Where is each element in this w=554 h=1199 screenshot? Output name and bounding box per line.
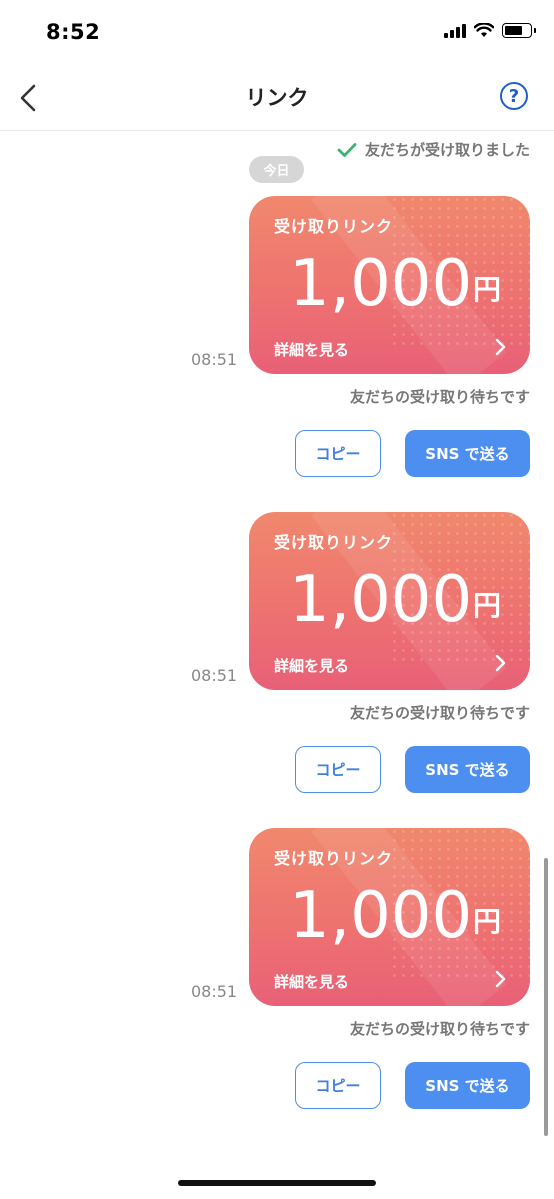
page-title: リンク	[245, 86, 309, 110]
check-icon	[337, 142, 357, 157]
link-message: 08:51 受け取りリンク 1,000 円 詳細を見る 友だちの受け取り待ちです…	[0, 828, 554, 1128]
status-icons	[444, 22, 536, 38]
copy-button[interactable]: コピー	[295, 430, 381, 477]
receive-link-card[interactable]: 受け取りリンク 1,000 円 詳細を見る	[249, 512, 530, 690]
card-title: 受け取りリンク	[274, 849, 394, 868]
timestamp: 08:51	[191, 982, 238, 1001]
status-time: 8:52	[46, 20, 101, 44]
chevron-right-icon	[495, 338, 506, 356]
card-amount: 1,000	[289, 563, 473, 637]
card-currency: 円	[473, 589, 502, 622]
link-message: 08:51 受け取りリンク 1,000 円 詳細を見る 友だちの受け取り待ちです…	[0, 196, 554, 496]
timestamp: 08:51	[191, 666, 238, 685]
card-detail-link[interactable]: 詳細を見る	[274, 655, 349, 676]
waiting-status: 友だちの受け取り待ちです	[349, 1020, 530, 1038]
send-sns-button[interactable]: SNS で送る	[405, 430, 530, 477]
waiting-status: 友だちの受け取り待ちです	[349, 704, 530, 722]
card-title: 受け取りリンク	[274, 217, 394, 236]
card-detail-link[interactable]: 詳細を見る	[274, 971, 349, 992]
help-button[interactable]: ?	[500, 82, 528, 110]
chevron-right-icon	[495, 654, 506, 672]
waiting-status: 友だちの受け取り待ちです	[349, 388, 530, 406]
card-title: 受け取りリンク	[274, 533, 394, 552]
received-note: 友だちが受け取りました	[337, 139, 530, 160]
received-note-text: 友だちが受け取りました	[364, 141, 530, 159]
card-currency: 円	[473, 905, 502, 938]
status-bar: 8:52	[0, 0, 554, 66]
card-detail-link[interactable]: 詳細を見る	[274, 339, 349, 360]
copy-button[interactable]: コピー	[295, 746, 381, 793]
chevron-right-icon	[495, 970, 506, 988]
nav-bar: リンク ?	[0, 66, 554, 131]
home-indicator[interactable]	[178, 1180, 376, 1186]
receive-link-card[interactable]: 受け取りリンク 1,000 円 詳細を見る	[249, 196, 530, 374]
wifi-icon	[474, 22, 494, 37]
scrollbar[interactable]	[544, 858, 548, 1136]
card-amount: 1,000	[289, 879, 473, 953]
card-currency: 円	[473, 273, 502, 306]
help-icon: ?	[508, 85, 520, 107]
timestamp: 08:51	[191, 350, 238, 369]
send-sns-button[interactable]: SNS で送る	[405, 1062, 530, 1109]
date-chip: 今日	[249, 156, 304, 183]
card-amount: 1,000	[289, 247, 473, 321]
send-sns-button[interactable]: SNS で送る	[405, 746, 530, 793]
link-message: 08:51 受け取りリンク 1,000 円 詳細を見る 友だちの受け取り待ちです…	[0, 512, 554, 812]
copy-button[interactable]: コピー	[295, 1062, 381, 1109]
receive-link-card[interactable]: 受け取りリンク 1,000 円 詳細を見る	[249, 828, 530, 1006]
battery-icon	[502, 22, 536, 38]
signal-icon	[444, 22, 466, 38]
